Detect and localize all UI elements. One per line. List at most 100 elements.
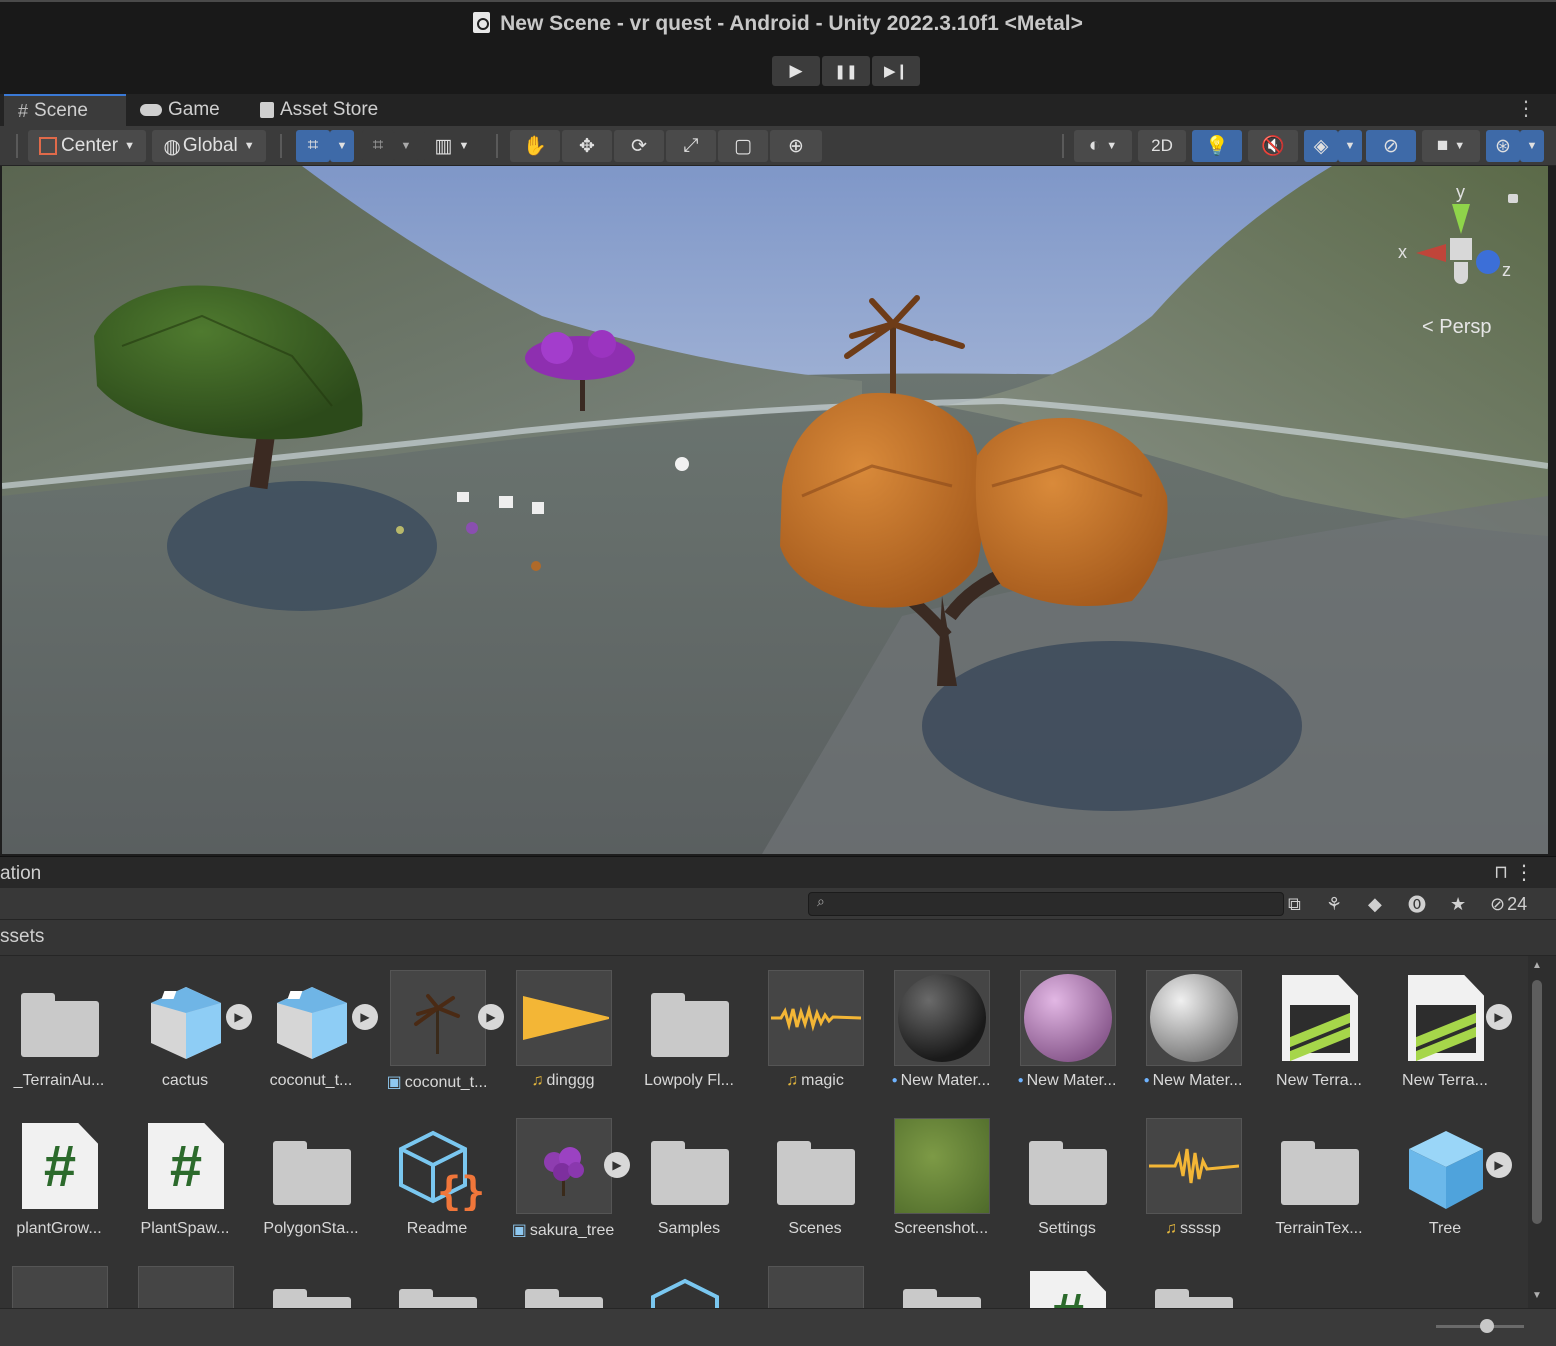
asset-item[interactable]: ▶ ▣ sakura_tree [504, 1104, 630, 1244]
asset-grid: _TerrainAu... ▶ cactus ▶ coconut_t... ▶ ▣ cocon… [0, 956, 1528, 1308]
pivot-mode-dropdown[interactable]: Center ▼ [28, 130, 146, 162]
tab-menu-kebab-icon[interactable]: ⋮ [1516, 98, 1536, 120]
expand-arrow-icon[interactable]: ▶ [352, 1004, 378, 1030]
panel-tab-label[interactable]: ation [0, 863, 41, 885]
layers-icon: ◈ [1313, 135, 1329, 157]
tab-scene[interactable]: # Scene [4, 94, 126, 126]
asset-item[interactable]: ▶ Tree [1386, 1104, 1512, 1244]
ruler-dropdown[interactable]: ▥ ▼ [424, 130, 480, 162]
rotate-icon: ⟳ [631, 135, 647, 157]
hand-tool-button[interactable]: ✋ [510, 130, 560, 162]
scrollbar-handle[interactable] [1532, 980, 1542, 1224]
expand-arrow-icon[interactable]: ▶ [478, 1004, 504, 1030]
expand-arrow-icon[interactable]: ▶ [1486, 1004, 1512, 1030]
rotate-tool-button[interactable]: ⟳ [614, 130, 664, 162]
panel-menu-kebab-icon[interactable]: ⋮ [1514, 860, 1534, 885]
grid-snapping-button[interactable]: ⌗ [296, 130, 330, 162]
lock-icon[interactable] [1508, 194, 1518, 203]
asset-item-partial[interactable] [126, 1252, 244, 1308]
asset-item[interactable]: ♫ magic [756, 956, 874, 1096]
tab-game[interactable]: Game [126, 94, 234, 126]
favorite-star-icon[interactable]: ★ [1450, 892, 1466, 916]
filter-errors-icon[interactable]: ⓿ [1408, 892, 1426, 916]
transform-tool-button[interactable]: ⊕ [770, 130, 822, 162]
asset-item-partial[interactable]: # [1008, 1252, 1126, 1308]
asset-item[interactable]: ▶ coconut_t... [252, 956, 378, 1096]
asset-item[interactable]: ♫ dinggg [504, 956, 622, 1096]
asset-item[interactable]: Lowpoly Fl... [630, 956, 748, 1096]
rect-tool-button[interactable]: ▢ [718, 130, 768, 162]
effects-toggle[interactable]: ◈ [1304, 130, 1338, 162]
asset-item[interactable]: # plantGrow... [0, 1104, 118, 1244]
icon-size-slider[interactable] [1436, 1319, 1524, 1333]
scene-viewport[interactable]: y x z < Persp [2, 166, 1548, 854]
project-search-input[interactable]: ⌕ [808, 892, 1284, 916]
model-icon: ▣ [511, 1222, 527, 1239]
asset-name: Samples [657, 1220, 721, 1237]
filter-by-label-icon[interactable]: ◆ [1368, 892, 1382, 916]
asset-item[interactable]: ▶ cactus [126, 956, 252, 1096]
audio-toggle[interactable]: 🔇 [1248, 130, 1298, 162]
grid-snapping-dropdown[interactable]: ▼ [330, 130, 354, 162]
asset-item[interactable]: Scenes [756, 1104, 874, 1244]
scroll-down-icon[interactable]: ▼ [1532, 1290, 1542, 1301]
play-button[interactable]: ▶ [772, 56, 820, 86]
hidden-packages-toggle[interactable]: ⊘ 24 [1490, 892, 1527, 916]
panel-lock-icon[interactable]: ⊓ [1494, 862, 1508, 883]
orientation-gizmo[interactable]: y x z < Persp [1394, 182, 1524, 342]
gizmos-toggle[interactable]: ⊛ [1486, 130, 1520, 162]
gizmos-dropdown[interactable]: ▼ [1520, 130, 1544, 162]
asset-item-partial[interactable] [756, 1252, 874, 1308]
asset-item[interactable]: {} Readme [378, 1104, 496, 1244]
asset-item-partial[interactable] [882, 1252, 1000, 1308]
asset-item-partial[interactable] [1134, 1252, 1252, 1308]
asset-item[interactable]: ▶ New Terra... [1386, 956, 1512, 1096]
asset-item[interactable]: ● New Mater... [882, 956, 1000, 1096]
toolbar-grip [280, 134, 282, 158]
asset-item[interactable]: New Terra... [1260, 956, 1378, 1096]
expand-arrow-icon[interactable]: ▶ [604, 1152, 630, 1178]
expand-arrow-icon[interactable]: ▶ [226, 1004, 252, 1030]
toggle-2d-button[interactable]: 2D [1138, 130, 1186, 162]
asset-item-partial[interactable] [378, 1252, 496, 1308]
scene-visibility-toggle[interactable]: ⊘ [1366, 130, 1416, 162]
effects-dropdown[interactable]: ▼ [1338, 130, 1362, 162]
breadcrumb-assets[interactable]: ssets [0, 926, 44, 948]
asset-item[interactable]: TerrainTex... [1260, 1104, 1378, 1244]
asset-item[interactable]: Samples [630, 1104, 748, 1244]
asset-item[interactable]: ▶ ▣ coconut_t... [378, 956, 504, 1096]
scroll-up-icon[interactable]: ▲ [1532, 960, 1542, 971]
asset-grid-scrollbar[interactable]: ▲ ▼ [1528, 956, 1556, 1308]
rect-icon: ▢ [734, 135, 752, 157]
projection-toggle[interactable]: < Persp [1422, 316, 1492, 339]
camera-dropdown[interactable]: ■ ▼ [1422, 130, 1480, 162]
increment-snap-button[interactable]: ⌗ [362, 130, 394, 162]
pivot-rotation-dropdown[interactable]: ◍ Global ▼ [152, 130, 266, 162]
asset-item-partial[interactable] [252, 1252, 370, 1308]
increment-snap-dropdown[interactable]: ▼ [394, 130, 418, 162]
lighting-toggle[interactable]: 💡 [1192, 130, 1242, 162]
pivot-center-icon [39, 137, 58, 155]
asset-item-partial[interactable] [630, 1252, 748, 1308]
expand-arrow-icon[interactable]: ▶ [1486, 1152, 1512, 1178]
asset-item-partial[interactable] [0, 1252, 118, 1308]
asset-item[interactable]: _TerrainAu... [0, 956, 118, 1096]
search-mode-icon[interactable]: ⧉ [1288, 892, 1301, 916]
asset-name: _TerrainAu... [13, 1072, 105, 1089]
asset-item[interactable]: # PlantSpaw... [126, 1104, 244, 1244]
filter-by-type-icon[interactable]: ⚘ [1326, 892, 1342, 916]
asset-item[interactable]: ● New Mater... [1134, 956, 1252, 1096]
asset-item[interactable]: Screenshot... [882, 1104, 1000, 1244]
asset-item[interactable]: ♫ ssssp [1134, 1104, 1252, 1244]
asset-item[interactable]: PolygonSta... [252, 1104, 370, 1244]
scale-tool-button[interactable]: ⤢ [666, 130, 716, 162]
slider-knob[interactable] [1480, 1319, 1494, 1333]
move-tool-button[interactable]: ✥ [562, 130, 612, 162]
pause-button[interactable]: ❚❚ [822, 56, 870, 86]
tab-asset-store[interactable]: Asset Store [246, 94, 392, 126]
asset-item[interactable]: ● New Mater... [1008, 956, 1126, 1096]
step-button[interactable]: ▶❙ [872, 56, 920, 86]
draw-mode-dropdown[interactable]: ◐ ▼ [1074, 130, 1132, 162]
asset-item-partial[interactable] [504, 1252, 622, 1308]
asset-item[interactable]: Settings [1008, 1104, 1126, 1244]
